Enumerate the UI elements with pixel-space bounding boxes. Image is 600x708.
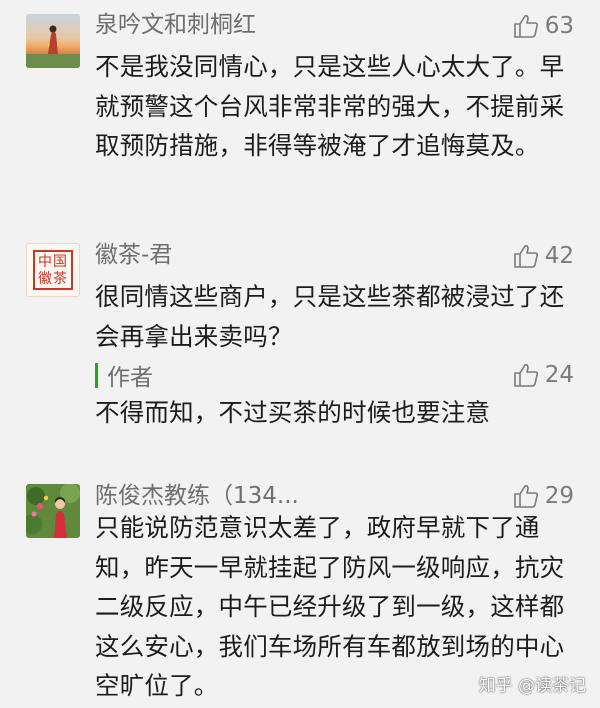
like-count: 24	[544, 362, 574, 388]
author-reply-text: 不得而知，不过买茶的时候也要注意	[95, 398, 491, 427]
thumbs-up-icon	[513, 13, 539, 39]
like-button[interactable]: 42	[513, 241, 574, 271]
thumbs-up-icon	[513, 243, 539, 269]
like-count: 42	[544, 243, 574, 269]
like-button[interactable]: 24	[513, 360, 574, 390]
seal-stamp: 中国徽茶	[33, 250, 73, 290]
thumbs-up-icon	[513, 483, 539, 509]
like-count: 63	[544, 13, 574, 39]
comment-text: 很同情这些商户，只是这些茶都被浸过了还会再拿出来卖吗？	[95, 282, 565, 351]
author-label: 作者	[107, 365, 153, 391]
red-seal-avatar[interactable]: 中国徽茶	[26, 243, 80, 297]
author-reply-header: 作者	[95, 360, 153, 391]
comment-text: 不是我没同情心，只是这些人心太大了。早就预警这个台风非常非常的强大，不提前采取预…	[95, 52, 565, 160]
seal-text: 中国徽茶	[38, 254, 68, 287]
like-button[interactable]: 29	[513, 481, 574, 511]
comment-username[interactable]: 陈俊杰教练（134...	[95, 481, 299, 511]
sunset-photo-avatar[interactable]	[26, 14, 80, 68]
comment-username[interactable]: 徽茶-君	[95, 240, 172, 270]
zhihu-watermark: 知乎 @读茶记	[478, 676, 586, 696]
like-button[interactable]: 63	[513, 11, 574, 41]
thumbs-up-icon	[513, 362, 539, 388]
child-garden-photo-avatar[interactable]	[26, 484, 80, 538]
comment-username[interactable]: 泉吟文和刺桐红	[95, 10, 256, 40]
author-indicator-bar	[95, 362, 98, 388]
like-count: 29	[544, 483, 574, 509]
